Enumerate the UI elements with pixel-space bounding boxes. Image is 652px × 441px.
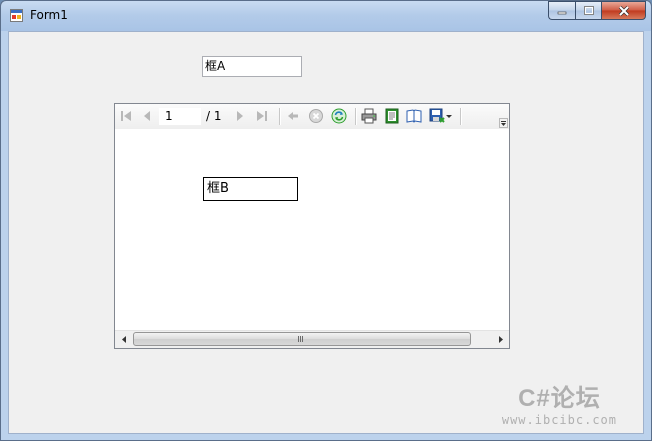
scrollbar-grip xyxy=(298,336,306,342)
export-icon[interactable] xyxy=(429,108,445,124)
toolbar-separator xyxy=(355,108,357,125)
print-layout-icon[interactable] xyxy=(384,108,400,124)
horizontal-scrollbar[interactable] xyxy=(115,330,509,348)
refresh-icon[interactable] xyxy=(331,108,347,124)
first-page-icon[interactable] xyxy=(118,108,134,124)
previous-page-icon[interactable] xyxy=(139,108,155,124)
title-bar[interactable]: Form1 xyxy=(1,1,651,31)
textbox-b: 框B xyxy=(203,177,298,201)
toolbar-overflow-button[interactable] xyxy=(499,118,508,128)
window-title: Form1 xyxy=(30,8,68,22)
print-icon[interactable] xyxy=(361,108,377,124)
report-viewer: 1 / 1 框B xyxy=(114,103,510,349)
back-icon[interactable] xyxy=(285,108,301,124)
scroll-right-button[interactable] xyxy=(492,331,509,348)
close-button[interactable] xyxy=(601,1,646,20)
chevron-left-icon xyxy=(121,336,126,343)
form-client-area: 框A 1 / 1 框B C#论坛 www.ibcibc.com xyxy=(8,31,644,434)
scroll-left-button[interactable] xyxy=(115,331,132,348)
report-toolbar: 1 / 1 xyxy=(115,104,509,129)
page-setup-icon[interactable] xyxy=(406,108,422,124)
scrollbar-thumb[interactable] xyxy=(133,332,471,346)
watermark-url: www.ibcibc.com xyxy=(501,413,617,427)
stop-icon[interactable] xyxy=(308,108,324,124)
minimize-button[interactable] xyxy=(548,1,575,20)
app-form-icon xyxy=(10,9,23,22)
last-page-icon[interactable] xyxy=(254,108,270,124)
maximize-button[interactable] xyxy=(575,1,601,20)
maximize-icon xyxy=(583,6,594,15)
watermark: C#论坛 www.ibcibc.com xyxy=(502,378,617,427)
textbox-a[interactable]: 框A xyxy=(202,56,302,77)
export-dropdown-icon[interactable] xyxy=(445,108,453,124)
chevron-right-icon xyxy=(498,336,503,343)
total-pages-label: / 1 xyxy=(206,109,222,123)
current-page-input[interactable]: 1 xyxy=(159,108,201,125)
close-icon xyxy=(618,5,629,16)
toolbar-separator xyxy=(460,108,462,125)
watermark-title: C#论坛 xyxy=(518,385,601,412)
main-window: Form1 框A 1 / 1 框B C#论坛 www.ibcibc.com xyxy=(0,0,652,441)
caption-buttons xyxy=(548,1,646,21)
chevron-down-icon xyxy=(501,121,506,126)
minimize-icon xyxy=(557,11,567,14)
next-page-icon[interactable] xyxy=(232,108,248,124)
toolbar-separator xyxy=(279,108,281,125)
